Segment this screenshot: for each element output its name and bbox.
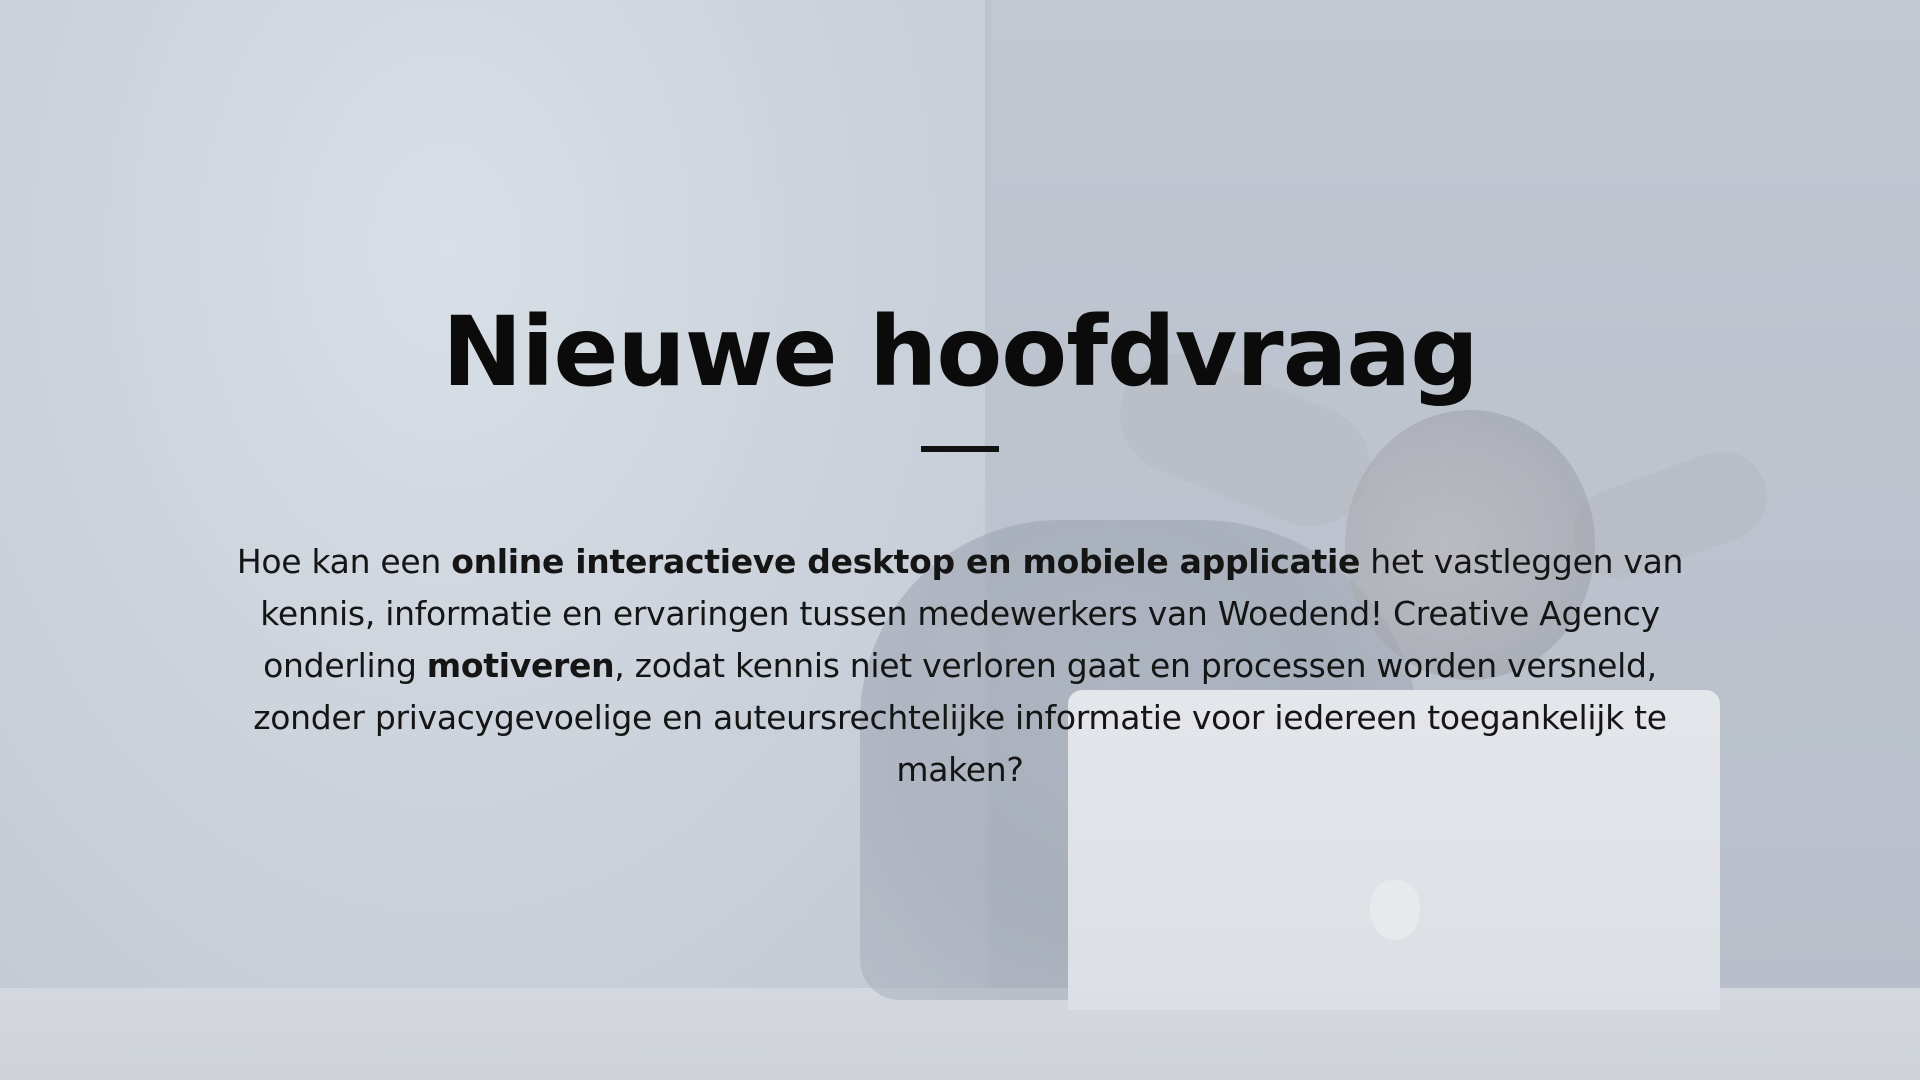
slide-content: Nieuwe hoofdvraag Hoe kan een online int… [0, 0, 1920, 1080]
question-emphasis-application: online interactieve desktop en mobiele a… [451, 542, 1361, 581]
question-emphasis-motiveren: motiveren [426, 646, 615, 685]
slide: Nieuwe hoofdvraag Hoe kan een online int… [0, 0, 1920, 1080]
question-text-part-1: Hoe kan een [236, 542, 452, 581]
title-divider [921, 446, 999, 452]
main-question: Hoe kan een online interactieve desktop … [210, 536, 1710, 796]
slide-title: Nieuwe hoofdvraag [442, 296, 1479, 408]
